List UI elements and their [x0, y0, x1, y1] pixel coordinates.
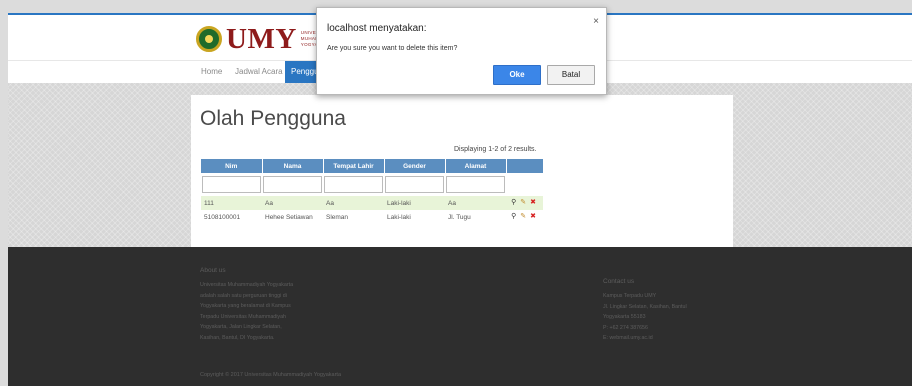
main-content: Olah Pengguna Displaying 1-2 of 2 result…	[191, 95, 733, 247]
col-header-alamat[interactable]: Alamat	[445, 159, 507, 173]
footer-contact-line: P: +62 274 387656	[603, 324, 648, 331]
footer-contact-line: Kampus Terpadu UMY	[603, 293, 657, 299]
col-header-nim[interactable]: Nim	[201, 159, 263, 173]
view-icon[interactable]: ⚲	[511, 213, 516, 221]
cancel-button[interactable]: Batal	[547, 65, 595, 85]
col-header-actions	[506, 159, 543, 173]
edit-icon[interactable]: ✎	[520, 199, 526, 207]
footer-about-line: adalah salah satu perguruan tinggi di	[200, 292, 287, 299]
col-header-gender[interactable]: Gender	[384, 159, 446, 173]
filter-nama-input[interactable]	[263, 176, 322, 193]
nav-item-jadwal-acara[interactable]: Jadwal Acara	[229, 61, 289, 83]
footer-about-line: Yogyakarta, Jalan Lingkar Selatan,	[200, 324, 282, 330]
footer-contact-title: Contact us	[603, 278, 635, 285]
footer-contact-line: Yogyakarta 55183	[603, 314, 646, 320]
delete-icon[interactable]: ✖	[530, 199, 536, 207]
footer-about-text: Universitas Muhammadiyah Yogyakarta adal…	[200, 280, 293, 343]
footer-contact-line: E: webmail.umy.ac.id	[603, 335, 653, 341]
users-table: Nim Nama Tempat Lahir Gender Alamat 111 …	[201, 159, 543, 224]
cell-nama: Hehee Setiawan	[262, 210, 323, 224]
filter-gender-input[interactable]	[385, 176, 444, 193]
cell-alamat: Aa	[445, 196, 506, 210]
filter-nim-input[interactable]	[202, 176, 261, 193]
footer-about-line: Universitas Muhammadiyah Yogyakarta	[200, 282, 294, 288]
cell-alamat: Jl. Tugu	[445, 210, 506, 224]
footer-copyright: Copyright © 2017 Universitas Muhammadiya…	[200, 372, 342, 378]
footer-about-line: Kasihan, Bantul, DI Yogyakarta.	[200, 334, 275, 341]
footer-contact-line: Jl. Lingkar Selatan, Kasihan, Bantul	[603, 303, 687, 310]
page-title: Olah Pengguna	[200, 107, 346, 130]
footer-about-line: Yogyakarta yang beralamat di Kampus	[200, 303, 291, 309]
footer-contact-text: Kampus Terpadu UMY Jl. Lingkar Selatan, …	[603, 291, 687, 344]
cell-nim: 111	[201, 196, 262, 210]
umy-emblem-icon	[196, 26, 222, 52]
cell-nama: Aa	[262, 196, 323, 210]
cell-actions: ⚲ ✎ ✖	[506, 196, 543, 210]
view-icon[interactable]: ⚲	[511, 199, 516, 207]
filter-alamat-input[interactable]	[446, 176, 505, 193]
close-icon[interactable]: ×	[593, 16, 599, 27]
col-header-tempat-lahir[interactable]: Tempat Lahir	[323, 159, 385, 173]
logo-text: UMY	[226, 22, 297, 55]
footer-about-title: About us	[200, 267, 226, 274]
edit-icon[interactable]: ✎	[520, 213, 526, 221]
results-summary: Displaying 1-2 of 2 results.	[454, 146, 537, 153]
table-row: 111 Aa Aa Laki-laki Aa ⚲ ✎ ✖	[201, 196, 543, 210]
ok-button[interactable]: Oke	[493, 65, 541, 85]
cell-gender: Laki-laki	[384, 196, 445, 210]
col-header-nama[interactable]: Nama	[262, 159, 324, 173]
nav-item-pengguna[interactable]: Pengguna	[285, 61, 327, 83]
filter-row	[201, 173, 543, 196]
cell-actions: ⚲ ✎ ✖	[506, 210, 543, 224]
cell-gender: Laki-laki	[384, 210, 445, 224]
site-footer: About us Universitas Muhammadiyah Yogyak…	[8, 247, 912, 386]
nav-item-home[interactable]: Home	[195, 61, 228, 83]
filter-tempat-lahir-input[interactable]	[324, 176, 383, 193]
footer-about-line: Terpadu Universitas Muhammadiyah	[200, 313, 286, 320]
dialog-title: localhost menyatakan:	[327, 23, 427, 34]
dialog-message: Are you sure you want to delete this ite…	[327, 45, 458, 52]
table-header-row: Nim Nama Tempat Lahir Gender Alamat	[201, 159, 543, 173]
cell-tempat-lahir: Aa	[323, 196, 384, 210]
cell-tempat-lahir: Sleman	[323, 210, 384, 224]
table-row: 5108100001 Hehee Setiawan Sleman Laki-la…	[201, 210, 543, 224]
cell-nim: 5108100001	[201, 210, 262, 224]
confirm-dialog: localhost menyatakan: × Are you sure you…	[316, 7, 607, 95]
delete-icon[interactable]: ✖	[530, 213, 536, 221]
